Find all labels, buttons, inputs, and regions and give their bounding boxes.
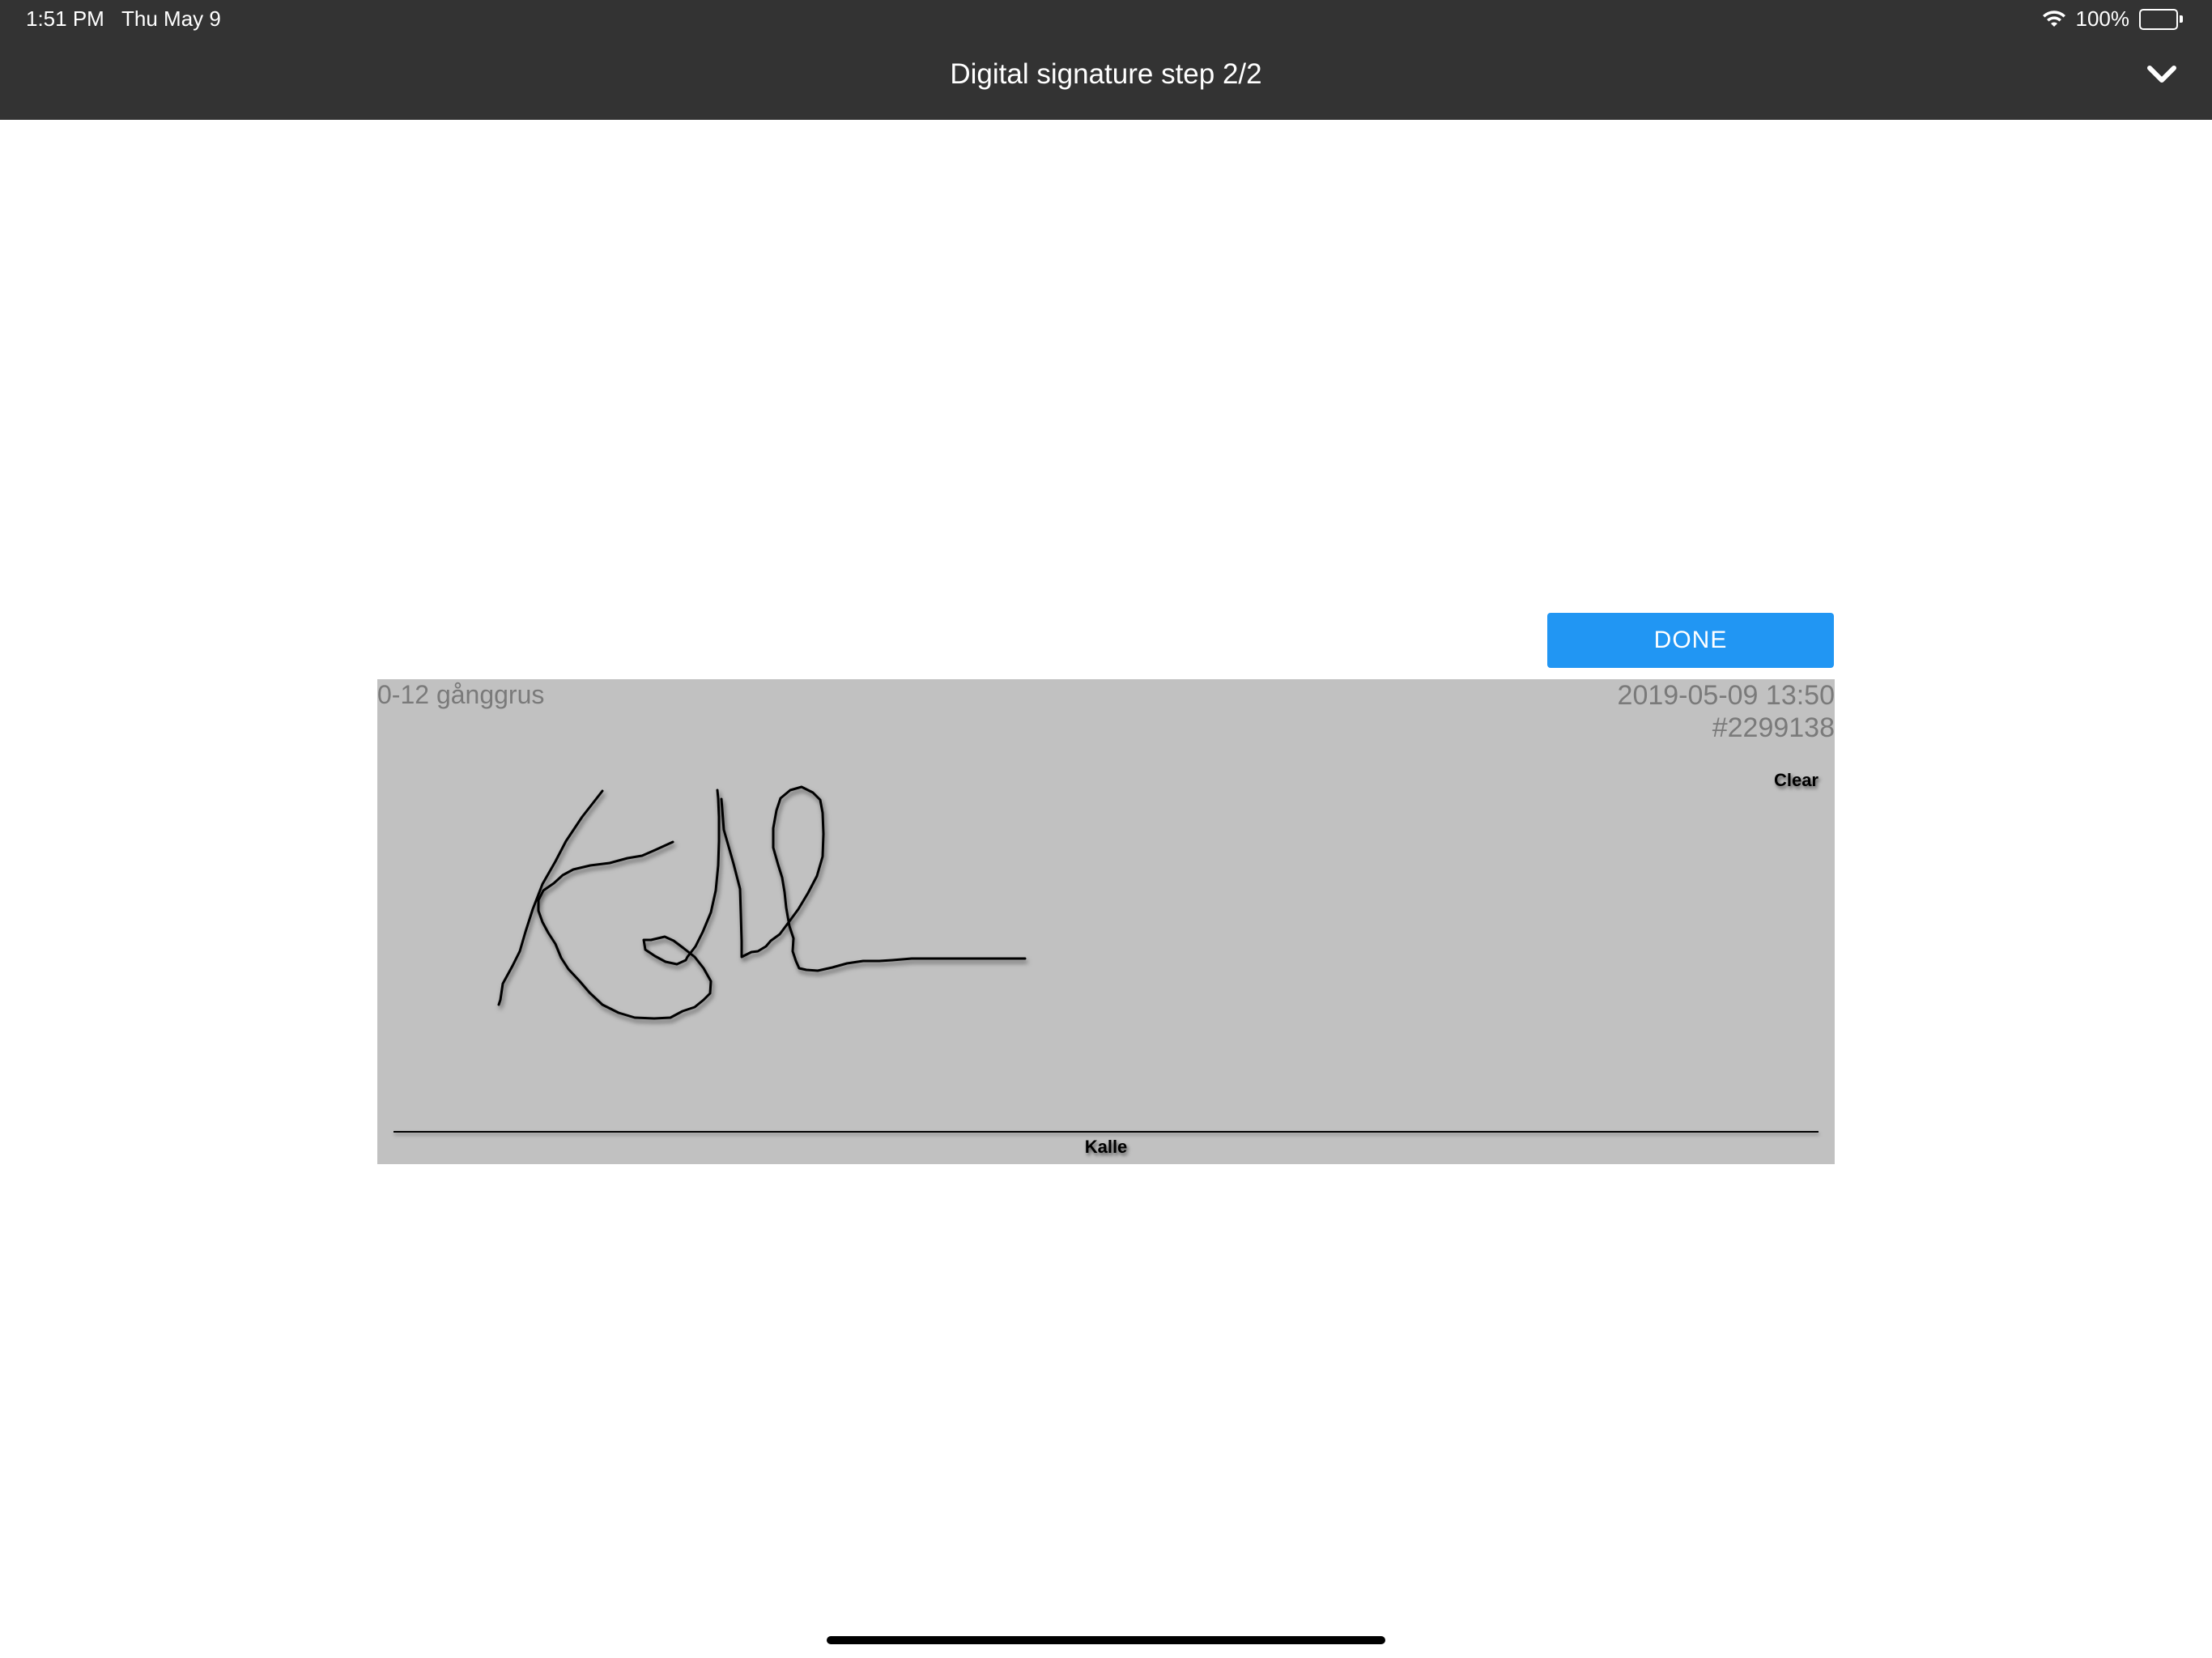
status-right: 100% xyxy=(2042,6,2183,32)
signer-name: Kalle xyxy=(1084,1137,1128,1157)
top-bar: 1:51 PM Thu May 9 100% Digital signature… xyxy=(0,0,2212,120)
status-date: Thu May 9 xyxy=(121,6,221,31)
signature-datetime: 2019-05-09 13:50 xyxy=(1617,680,1835,711)
signature-panel: 0-12 gånggrus 2019-05-09 13:50 #2299138 … xyxy=(377,679,1835,1164)
status-time-date: 1:51 PM Thu May 9 xyxy=(26,6,221,32)
product-label: 0-12 gånggrus xyxy=(377,680,545,709)
done-button[interactable]: DONE xyxy=(1547,613,1834,668)
wifi-icon xyxy=(2042,10,2066,28)
page-title: Digital signature step 2/2 xyxy=(950,58,1262,90)
chevron-down-icon[interactable] xyxy=(2146,63,2178,86)
battery-icon xyxy=(2139,8,2183,30)
home-indicator[interactable] xyxy=(827,1636,1385,1644)
signature-canvas[interactable] xyxy=(377,679,1835,1164)
status-time: 1:51 PM xyxy=(26,6,104,31)
signature-line xyxy=(393,1131,1819,1133)
order-number: #2299138 xyxy=(1712,712,1835,743)
clear-button[interactable]: Clear xyxy=(1774,770,1819,791)
battery-percent: 100% xyxy=(2075,6,2130,31)
